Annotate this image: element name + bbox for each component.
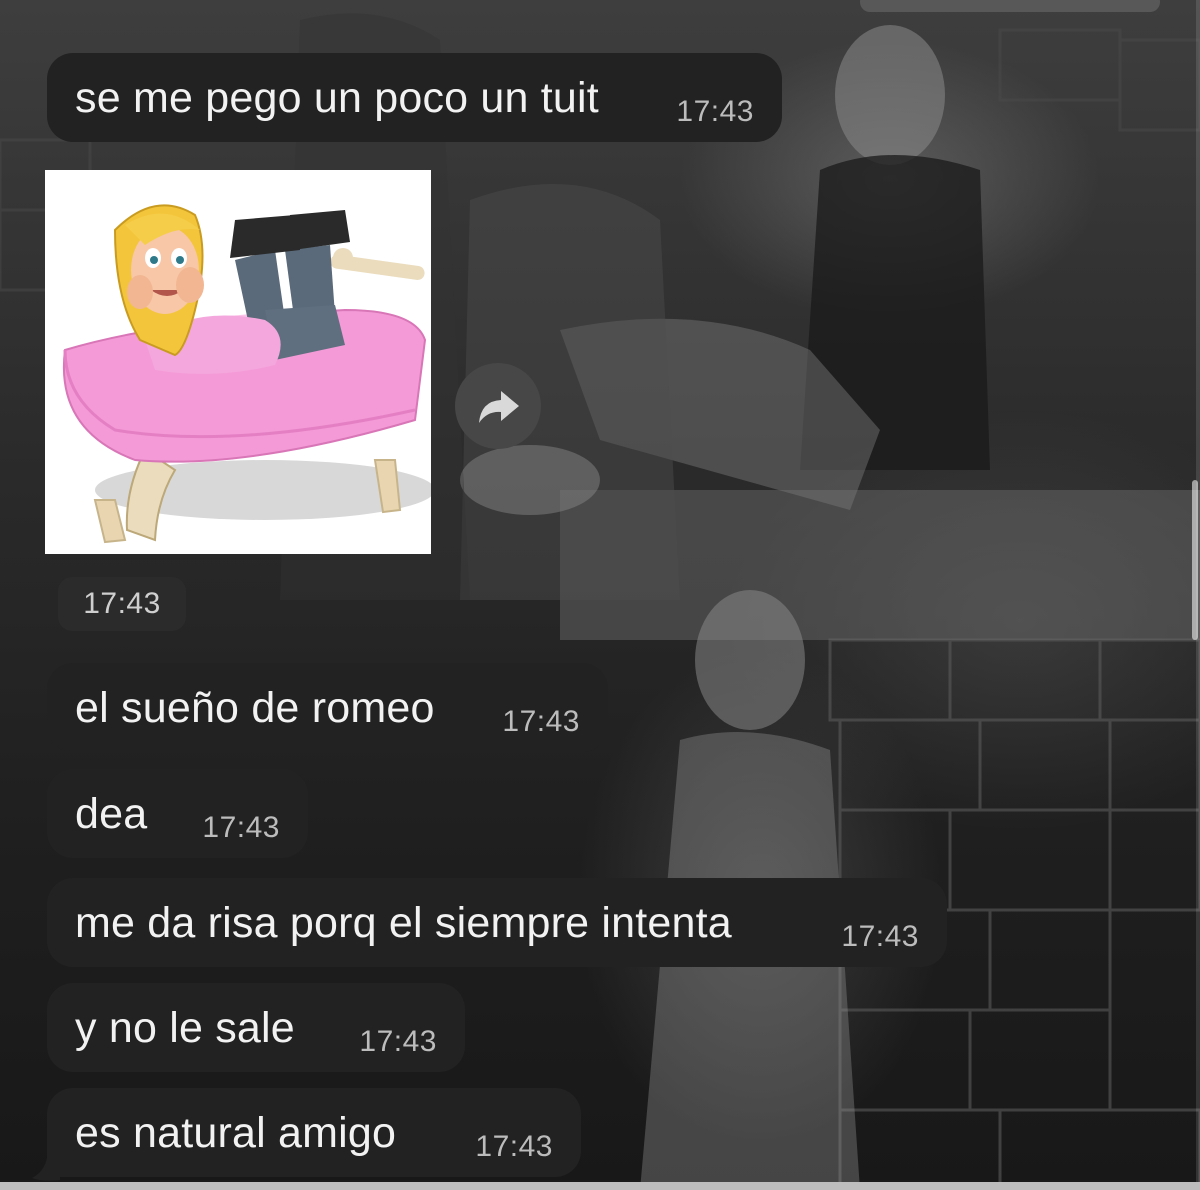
message-text: y no le sale <box>75 1004 295 1052</box>
message-time: 17:43 <box>502 705 580 738</box>
chat-view: se me pego un poco un tuit 17:43 17:43 e… <box>0 0 1200 1190</box>
message-time: 17:43 <box>202 811 280 844</box>
message-text: me da risa porq el siempre intenta <box>75 899 732 947</box>
message-bubble[interactable]: el sueño de romeo 17:43 <box>47 663 608 752</box>
message-time: 17:43 <box>359 1025 437 1058</box>
message-bubble[interactable]: me da risa porq el siempre intenta 17:43 <box>47 878 947 967</box>
message-bubble[interactable]: se me pego un poco un tuit 17:43 <box>47 53 782 142</box>
cartoon-girl-on-bed-sticker-icon <box>62 204 431 544</box>
message-text: se me pego un poco un tuit <box>75 74 599 122</box>
bubble-tail <box>32 1158 60 1181</box>
top-bar-edge <box>860 0 1160 12</box>
bottom-edge <box>0 1182 1200 1190</box>
message-bubble[interactable]: es natural amigo 17:43 <box>47 1088 581 1177</box>
message-time: 17:43 <box>475 1130 553 1163</box>
message-time: 17:43 <box>676 95 754 128</box>
sticker-time: 17:43 <box>58 577 186 631</box>
message-text: dea <box>75 790 148 838</box>
scrollbar-thumb[interactable] <box>1192 480 1198 640</box>
share-forward-icon <box>479 391 519 423</box>
message-time: 17:43 <box>841 920 919 953</box>
message-text: el sueño de romeo <box>75 684 435 732</box>
sticker-message[interactable] <box>45 170 431 554</box>
message-bubble[interactable]: dea 17:43 <box>47 769 308 858</box>
message-bubble[interactable]: y no le sale 17:43 <box>47 983 465 1072</box>
message-text: es natural amigo <box>75 1109 397 1157</box>
forward-button[interactable] <box>455 363 541 449</box>
